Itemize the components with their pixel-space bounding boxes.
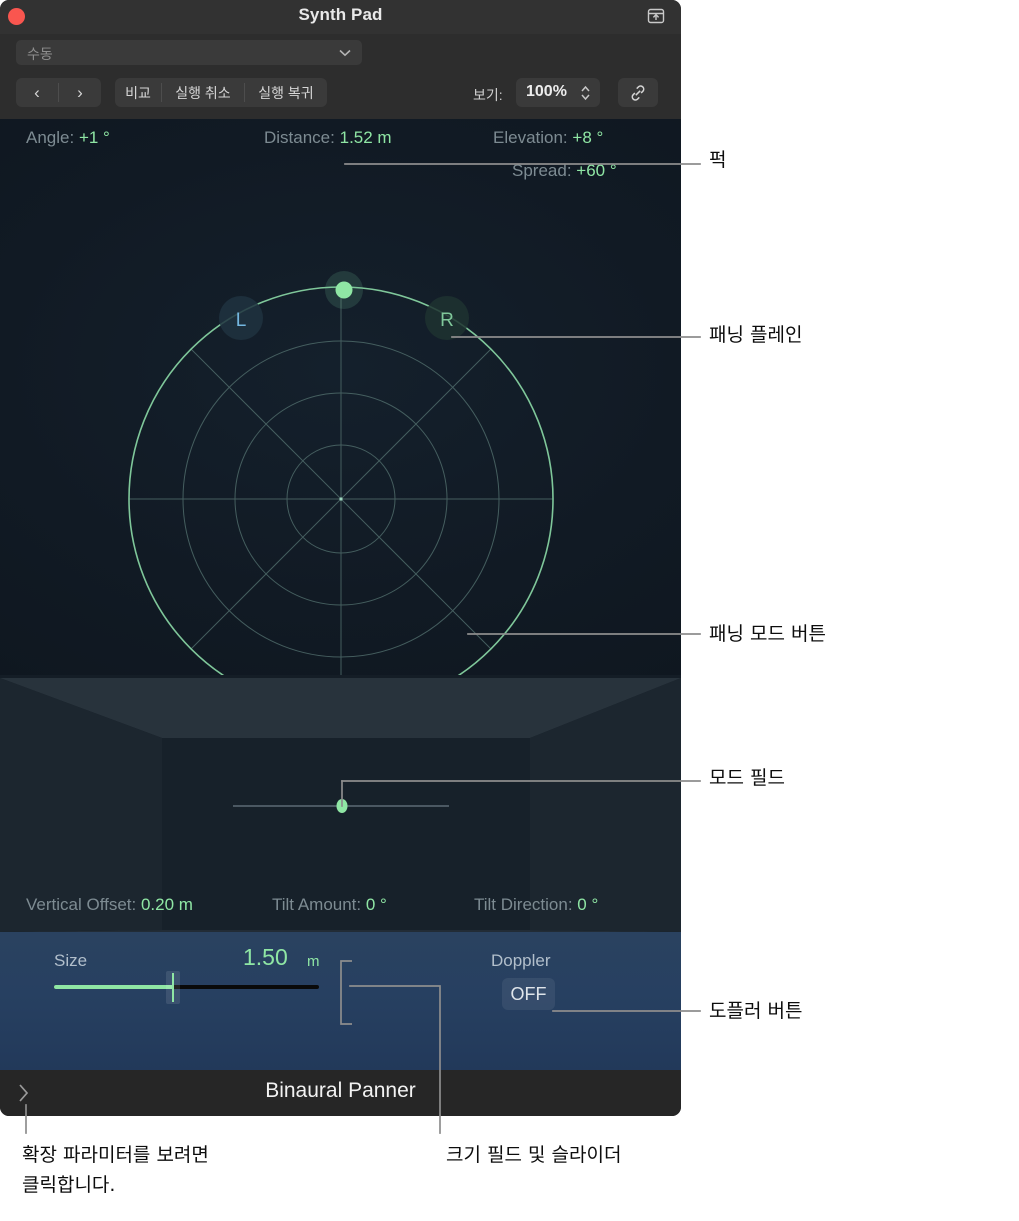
vertical-offset-param[interactable]: Vertical Offset: 0.20 m (26, 895, 193, 915)
annotation-expand-hint-line2: 클릭합니다. (22, 1174, 116, 1196)
zoom-level-field[interactable]: 100% (516, 78, 600, 107)
plane-center-dot (339, 497, 343, 501)
annotation-puck: 퍽 (709, 149, 727, 171)
annotation-panning-plane: 패닝 플레인 (709, 324, 803, 346)
tilt-direction-param[interactable]: Tilt Direction: 0 ° (474, 895, 598, 915)
preset-value: 수동 (27, 46, 53, 62)
chevron-down-icon (338, 46, 352, 64)
compare-button[interactable]: 비교 (115, 78, 161, 107)
previous-preset-button[interactable]: ‹ (16, 78, 58, 107)
view-label: 보기: (473, 87, 503, 103)
doppler-button[interactable]: OFF (502, 978, 555, 1010)
size-slider-fill (54, 985, 174, 989)
tilt-direction-value: 0 ° (577, 895, 599, 914)
tilt-direction-label: Tilt Direction: (474, 895, 573, 914)
preset-dropdown[interactable]: 수동 (16, 40, 362, 65)
annotation-panning-mode-buttons: 패닝 모드 버튼 (709, 623, 826, 645)
tilt-amount-value: 0 ° (365, 895, 387, 914)
field-puck (336, 799, 348, 813)
window-title: Synth Pad (298, 5, 383, 24)
size-slider-thumb[interactable] (166, 971, 180, 1004)
next-preset-button[interactable]: › (59, 78, 101, 107)
vertical-offset-label: Vertical Offset: (26, 895, 137, 914)
undo-button[interactable]: 실행 취소 (162, 78, 244, 107)
mode-field-panel[interactable]: Vertical Offset: 0.20 m Tilt Amount: 0 °… (0, 675, 681, 932)
redo-button[interactable]: 실행 복귀 (245, 78, 327, 107)
export-up-arrow-icon[interactable] (643, 4, 669, 28)
plugin-toolbar: 수동 ‹ › 비교 실행 취소 실행 복귀 보기: 100% (0, 34, 681, 119)
annotation-size-field-slider: 크기 필드 및 슬라이더 (446, 1144, 622, 1166)
preset-nav-group: ‹ › (16, 78, 101, 107)
plugin-window: Synth Pad 수동 ‹ › 비교 실행 취소 실행 복귀 보기: 100%… (0, 0, 681, 1116)
annotation-expand-hint-line1: 확장 파라미터를 보려면 (22, 1144, 209, 1166)
vertical-offset-value: 0.20 m (140, 895, 193, 914)
stepper-up-down-icon[interactable] (580, 84, 591, 107)
left-speaker-label: L (236, 310, 247, 331)
window-titlebar: Synth Pad (0, 0, 681, 34)
annotation-doppler-button: 도플러 버튼 (709, 1000, 803, 1022)
right-speaker-label: R (440, 310, 454, 331)
size-label: Size (54, 951, 88, 970)
mode-field-room-graphic[interactable] (0, 675, 681, 932)
tilt-amount-label: Tilt Amount: (272, 895, 362, 914)
zoom-level-value: 100% (526, 83, 567, 100)
annotation-mode-field: 모드 필드 (709, 767, 785, 789)
tilt-amount-param[interactable]: Tilt Amount: 0 ° (272, 895, 387, 915)
panning-plane-panel[interactable]: Angle: +1 ° Distance: 1.52 m Elevation: … (0, 119, 681, 769)
doppler-label: Doppler (491, 951, 551, 970)
puck (335, 281, 353, 299)
annotation-expand-hint: 확장 파라미터를 보려면 클릭합니다. (22, 1140, 209, 1200)
size-unit: m (307, 953, 320, 970)
link-chain-icon[interactable] (618, 78, 658, 107)
plugin-name: Binaural Panner (265, 1079, 416, 1102)
plugin-footer: Binaural Panner (0, 1070, 681, 1116)
size-slider[interactable] (54, 971, 319, 1004)
size-value[interactable]: 1.50 (243, 944, 288, 971)
action-button-group: 비교 실행 취소 실행 복귀 (115, 78, 327, 107)
panning-plane-graphic[interactable]: L R (0, 119, 681, 675)
size-doppler-panel: Size 1.50 m Doppler OFF (0, 932, 681, 1070)
